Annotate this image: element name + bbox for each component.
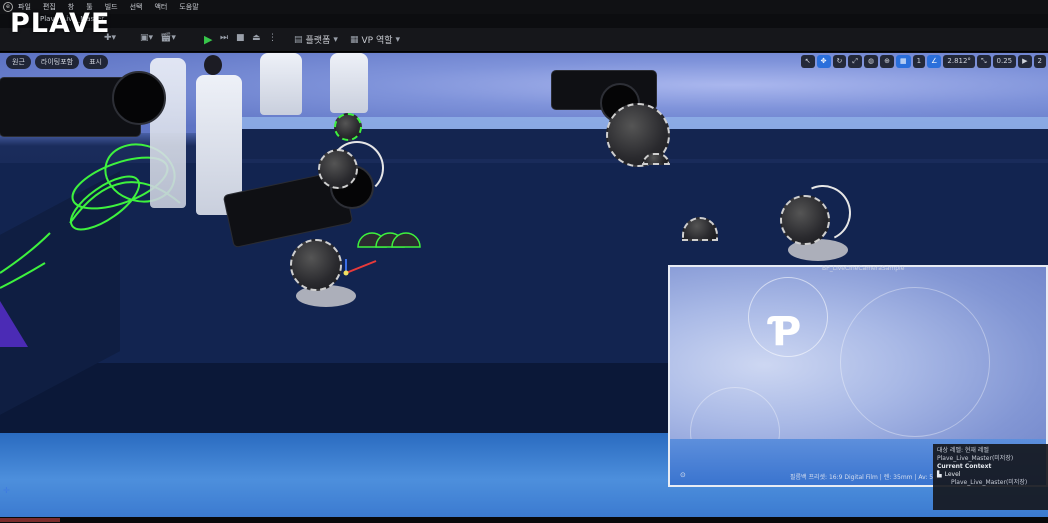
step-icon: ⏭	[220, 33, 229, 43]
camera-speed-value[interactable]: 2	[1033, 55, 1046, 68]
lighting-chip[interactable]: 라이팅포함	[34, 55, 80, 69]
level-row[interactable]: ▙ Level	[937, 471, 1044, 479]
play-icon: ▶	[204, 33, 213, 46]
light-gizmo-sphere[interactable]	[334, 113, 362, 141]
rotate-icon[interactable]: ↻	[832, 55, 847, 68]
filmback-caption: 필름백 프리셋: 16:9 Digital Film | 렌: 35mm | A…	[790, 474, 939, 481]
grid-snap-icon[interactable]: ▦	[896, 55, 911, 68]
spot-light-cluster[interactable]	[354, 223, 424, 251]
plus-icon: ✚▾	[104, 33, 117, 43]
camera-actor-label: BP_LiveCineCameraSample	[822, 265, 905, 272]
preview-pin-icon[interactable]: ⊙	[680, 471, 686, 479]
eject-button[interactable]: ⏏	[252, 33, 261, 43]
vp-role-icon: ▦	[350, 34, 359, 45]
camera-lens	[112, 71, 166, 125]
status-bar	[0, 517, 1048, 523]
add-actor-button[interactable]: ✚▾	[104, 33, 116, 43]
light-gizmo-sphere[interactable]	[290, 239, 342, 291]
angle-snap-icon[interactable]: ∠	[927, 55, 942, 68]
target-level-line: 대상 레벨: 현재 레벨	[937, 447, 989, 454]
blueprint-button[interactable]: ▣▾	[140, 33, 153, 43]
select-mode-icon[interactable]: ↖	[800, 55, 815, 68]
context-panel: 대상 레벨: 현재 레벨 Plave_Live_Master(미저장) Curr…	[933, 444, 1048, 510]
platforms-icon: ▤	[294, 34, 303, 45]
light-wave-icon	[330, 141, 384, 195]
menu-select[interactable]: 선택	[130, 2, 143, 12]
menu-actor[interactable]: 액터	[154, 2, 167, 12]
viewport-options: 원근 라이팅포함 표시	[6, 55, 108, 69]
axis-gizmo-icon: ✛	[3, 486, 10, 495]
scale-snap-icon[interactable]: ⤡	[976, 55, 991, 68]
preview-bubble	[840, 287, 990, 437]
vp-role-button[interactable]: ▦ VP 역할 ▾	[350, 33, 401, 47]
status-indicator	[0, 518, 60, 522]
menu-help[interactable]: 도움말	[179, 2, 198, 12]
surface-snap-icon[interactable]: ⊕	[880, 55, 895, 68]
platforms-label: 플랫폼	[305, 36, 331, 46]
play-options-button[interactable]: ⋮	[268, 33, 277, 43]
level-icon: ▙	[937, 471, 942, 478]
camera-speed-icon[interactable]: ▶	[1018, 55, 1032, 68]
brand-logo: PLAVE	[10, 8, 111, 39]
main-toolbar	[0, 28, 1048, 52]
vp-role-label: VP 역할	[361, 36, 393, 46]
character-head	[204, 55, 222, 75]
target-level-name: Plave_Live_Master(미저장)	[937, 455, 1014, 462]
level-label: Level	[944, 471, 961, 478]
stop-button[interactable]: ■	[236, 33, 245, 43]
spline-gizmo[interactable]	[0, 113, 220, 313]
plave-emblem-icon: Ƥ	[770, 309, 802, 355]
play-button[interactable]: ▶	[204, 33, 212, 46]
angle-snap-value[interactable]: 2.812°	[943, 55, 975, 68]
show-chip[interactable]: 표시	[83, 55, 108, 69]
step-button[interactable]: ⏭	[220, 33, 228, 43]
translate-icon[interactable]: ✥	[816, 55, 831, 68]
character-figure[interactable]	[330, 53, 368, 113]
level-name: Plave_Live_Master(미저장)	[951, 479, 1028, 486]
grid-snap-value[interactable]: 1	[912, 55, 926, 68]
blueprint-icon: ▣▾	[140, 33, 154, 43]
scale-snap-value[interactable]: 0.25	[992, 55, 1017, 68]
scale-icon[interactable]: ⤢	[848, 55, 863, 68]
stop-icon: ■	[236, 33, 245, 43]
current-context-title: Current Context	[937, 463, 992, 470]
more-vertical-icon: ⋮	[268, 33, 277, 43]
eject-icon: ⏏	[252, 33, 261, 43]
transform-gizmo[interactable]	[340, 257, 380, 277]
viewport-transform-controls: ↖ ✥ ↻ ⤢ ◍ ⊕ ▦ 1 ∠ 2.812° ⤡ 0.25 ▶ 2	[800, 55, 1046, 68]
cinematics-button[interactable]: 🎬︎▾	[160, 33, 176, 43]
platforms-button[interactable]: ▤ 플랫폼 ▾	[294, 33, 338, 47]
world-space-icon[interactable]: ◍	[864, 55, 879, 68]
chevron-down-icon: ▾	[333, 34, 338, 45]
chevron-down-icon: ▾	[395, 34, 401, 45]
character-figure[interactable]	[260, 53, 302, 115]
clapper-icon: 🎬︎▾	[160, 33, 176, 43]
view-mode-chip[interactable]: 원근	[6, 55, 31, 69]
menu-bar: 파일 편집 창 툴 빌드 선택 액터 도움말	[0, 0, 1048, 14]
